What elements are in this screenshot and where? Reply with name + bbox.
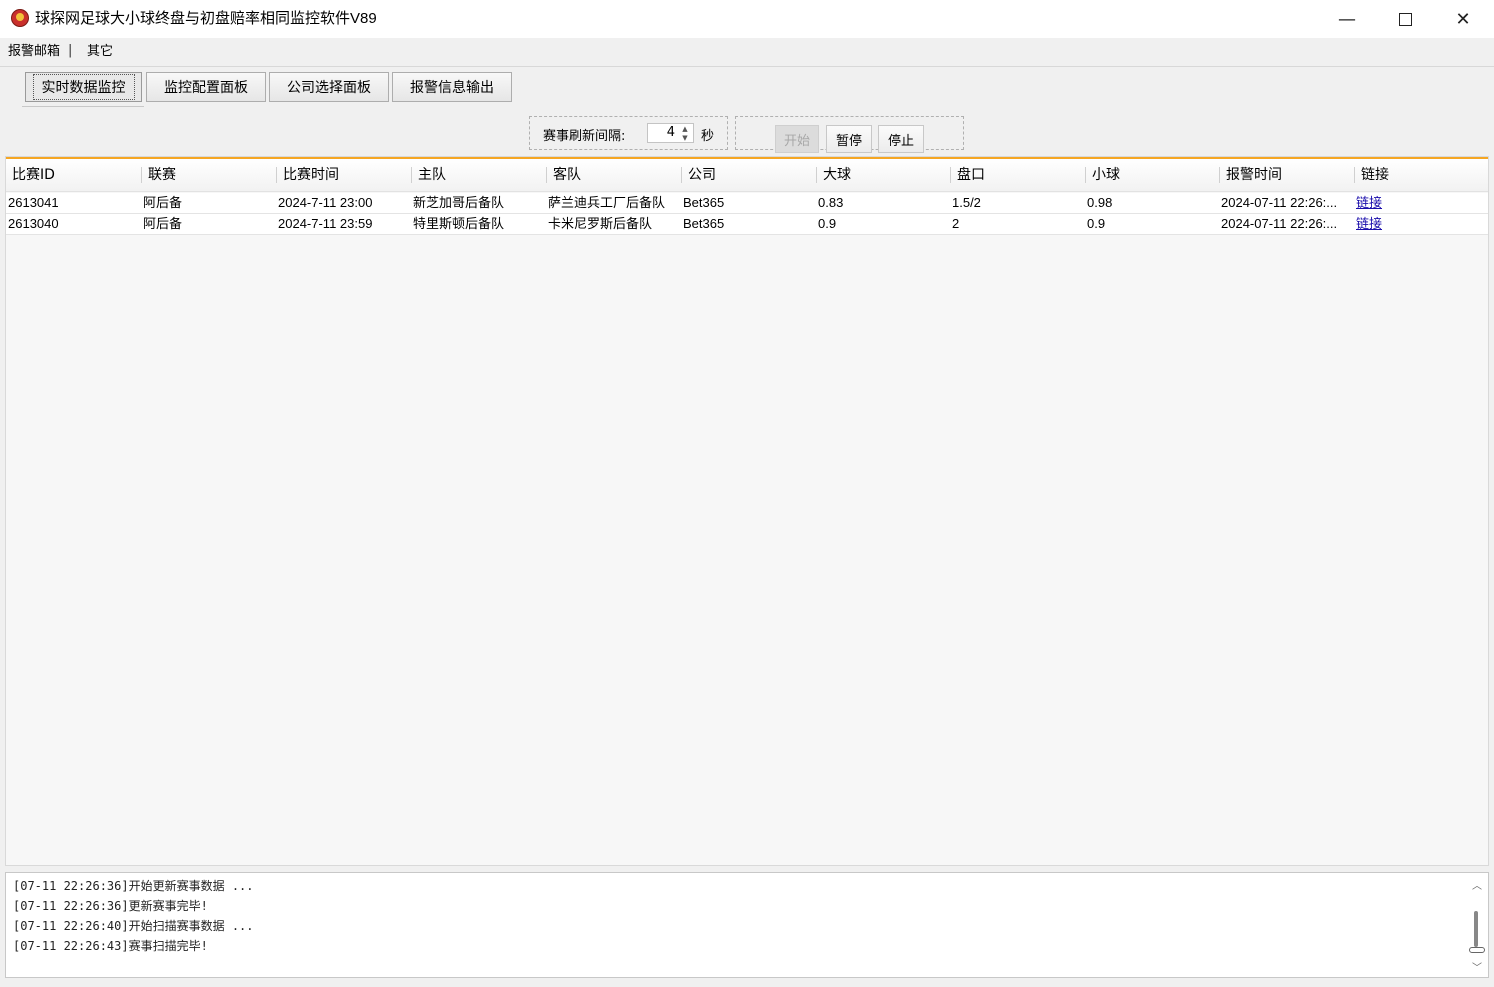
col-alarm-time[interactable]: 报警时间 [1220,159,1282,191]
cell-league: 阿后备 [143,216,183,231]
cell-handicap: 1.5/2 [952,195,981,210]
cell-company: Bet365 [683,216,725,231]
col-home-team[interactable]: 主队 [412,159,446,191]
cell-league: 阿后备 [143,195,183,210]
col-match-id[interactable]: 比赛ID [6,159,55,191]
log-line: [07-11 22:26:40]开始扫描赛事数据 ... [13,919,254,933]
match-table: 比赛ID 联赛 比赛时间 主队 客队 公司 大球 盘口 小球 报警时间 链接 2… [5,156,1489,866]
col-over[interactable]: 大球 [817,159,851,191]
cell-home-team: 特里斯顿后备队 [413,216,505,231]
refresh-interval-group: 赛事刷新间隔: 4 ▲ ▼ 秒 [529,116,728,150]
log-line: [07-11 22:26:36]开始更新赛事数据 ... [13,879,254,893]
table-body: 2613041 阿后备 2024-7-11 23:00 新芝加哥后备队 萨兰迪兵… [6,193,1488,235]
cell-alarm-time: 2024-07-11 22:26:... [1221,216,1338,231]
col-match-time[interactable]: 比赛时间 [277,159,339,191]
cell-alarm-time: 2024-07-11 22:26:... [1221,195,1338,210]
maximize-icon [1398,12,1412,26]
tab-monitor-config[interactable]: 监控配置面板 [146,72,266,102]
cell-under: 0.98 [1087,195,1113,210]
cell-over: 0.83 [818,195,844,210]
minimize-icon: — [1338,8,1356,30]
tab-realtime-monitor[interactable]: 实时数据监控 [25,72,142,102]
table-row[interactable]: 2613040 阿后备 2024-7-11 23:59 特里斯顿后备队 卡米尼罗… [6,214,1488,235]
log-output[interactable]: [07-11 22:26:36]开始更新赛事数据 ... [07-11 22:2… [5,872,1489,978]
log-scrollbar[interactable]: ︿ ﹀ [1469,877,1485,974]
menu-separator: | [68,43,73,58]
cell-match-id: 2613041 [8,195,59,210]
cell-over: 0.9 [818,216,837,231]
col-under[interactable]: 小球 [1086,159,1120,191]
cell-away-team: 萨兰迪兵工厂后备队 [548,195,666,210]
col-handicap[interactable]: 盘口 [951,159,985,191]
match-link[interactable]: 链接 [1356,195,1382,210]
start-button[interactable]: 开始 [775,125,819,153]
scroll-thumb[interactable] [1474,911,1478,947]
menu-alarm-email[interactable]: 报警邮箱 [8,44,60,60]
scroll-grip[interactable] [1469,947,1485,953]
log-line: [07-11 22:26:36]更新赛事完毕! [13,899,208,913]
table-header: 比赛ID 联赛 比赛时间 主队 客队 公司 大球 盘口 小球 报警时间 链接 [6,159,1488,192]
scroll-up-icon[interactable]: ︿ [1470,877,1484,892]
refresh-unit-label: 秒 [701,129,715,144]
cell-match-id: 2613040 [8,216,59,231]
tab-underline [22,106,144,107]
menu-other[interactable]: 其它 [87,44,113,60]
cell-home-team: 新芝加哥后备队 [413,195,505,210]
cell-match-time: 2024-7-11 23:00 [278,195,373,210]
tab-alarm-output[interactable]: 报警信息输出 [392,72,512,102]
close-icon: ✕ [1455,8,1471,30]
window-title: 球探网足球大小球终盘与初盘赔率相同监控软件V89 [35,10,377,27]
cell-company: Bet365 [683,195,725,210]
spin-down-icon[interactable]: ▼ [678,134,692,142]
run-control-group: 开始 暂停 停止 [735,116,964,153]
cell-away-team: 卡米尼罗斯后备队 [548,216,653,231]
tab-label: 实时数据监控 [32,74,135,100]
title-bar: 球探网足球大小球终盘与初盘赔率相同监控软件V89 — ✕ [0,0,1494,39]
tab-strip: 实时数据监控 监控配置面板 公司选择面板 报警信息输出 [0,66,1494,110]
refresh-interval-value: 4 [666,125,675,140]
refresh-interval-label: 赛事刷新间隔: [543,129,626,144]
menu-bar: 报警邮箱 | 其它 [0,38,1494,67]
cell-link: 链接 [1356,214,1476,234]
col-league[interactable]: 联赛 [142,159,176,191]
minimize-button[interactable]: — [1318,0,1376,38]
pause-button[interactable]: 暂停 [826,125,872,153]
scroll-down-icon[interactable]: ﹀ [1470,959,1484,974]
cell-match-time: 2024-7-11 23:59 [278,216,373,231]
col-away-team[interactable]: 客队 [547,159,581,191]
cell-handicap: 2 [952,216,960,231]
tab-label: 公司选择面板 [287,80,371,96]
maximize-button[interactable] [1376,0,1434,38]
match-link[interactable]: 链接 [1356,216,1382,231]
cell-under: 0.9 [1087,216,1106,231]
tab-company-select[interactable]: 公司选择面板 [269,72,389,102]
col-company[interactable]: 公司 [682,159,716,191]
cell-link: 链接 [1356,193,1476,213]
tab-label: 报警信息输出 [410,80,494,96]
spin-up-icon[interactable]: ▲ [678,125,692,133]
log-line: [07-11 22:26:43]赛事扫描完毕! [13,939,208,953]
col-link[interactable]: 链接 [1355,159,1389,191]
table-row[interactable]: 2613041 阿后备 2024-7-11 23:00 新芝加哥后备队 萨兰迪兵… [6,193,1488,214]
close-button[interactable]: ✕ [1434,0,1492,38]
stop-button[interactable]: 停止 [878,125,924,153]
refresh-interval-stepper[interactable]: 4 ▲ ▼ [647,123,694,143]
app-logo-icon [11,9,29,27]
tab-label: 监控配置面板 [164,80,248,96]
